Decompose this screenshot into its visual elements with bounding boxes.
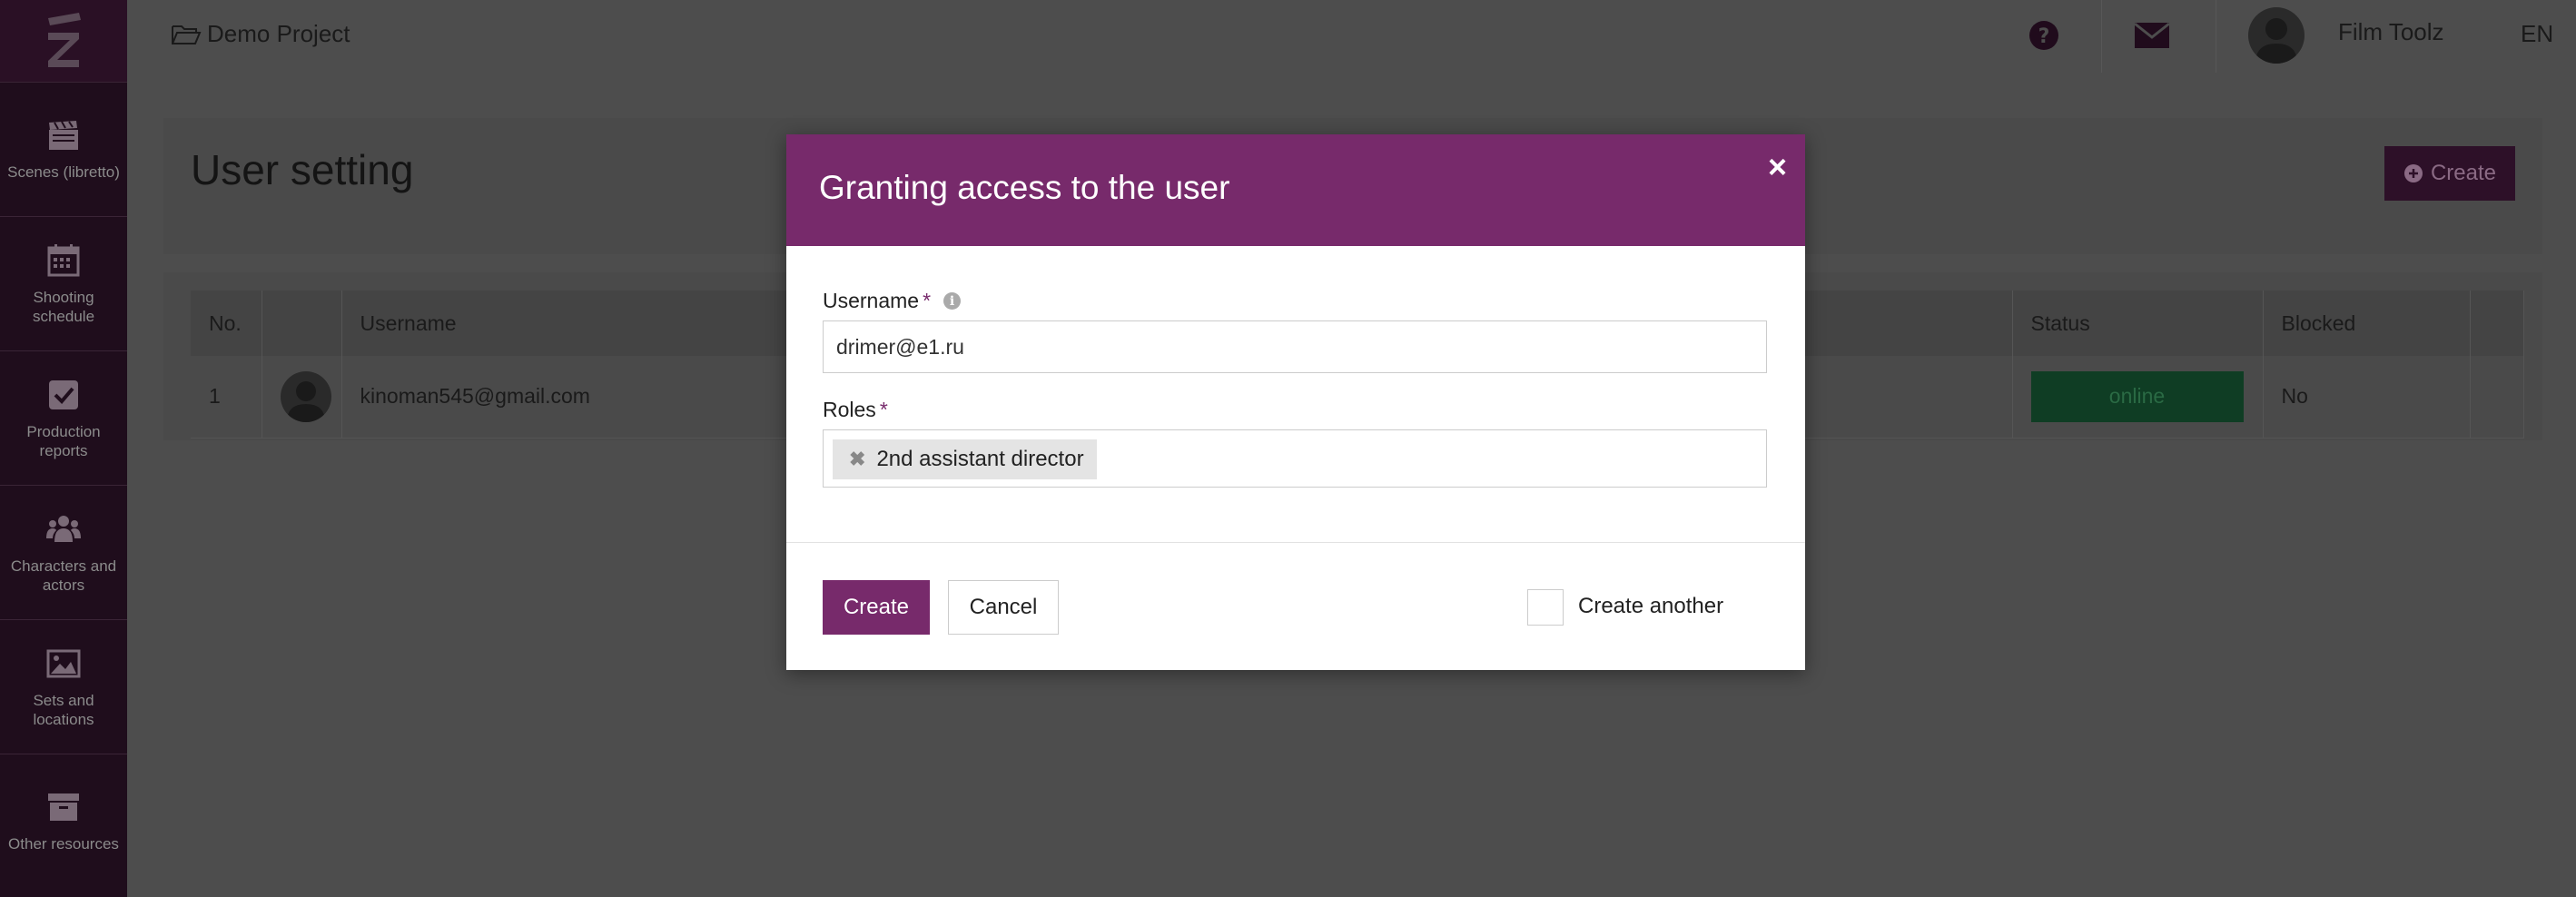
column-header-blocked[interactable]: Blocked (2263, 291, 2471, 356)
project-breadcrumb[interactable]: Demo Project (171, 20, 350, 48)
column-header-status[interactable]: Status (2012, 291, 2264, 356)
modal-header: Granting access to the user × (786, 134, 1805, 246)
create-user-button[interactable]: Create (2384, 146, 2515, 201)
column-header-no[interactable]: No. (191, 291, 262, 356)
row-avatar (280, 370, 331, 422)
messages-button[interactable] (2134, 22, 2170, 54)
cell-no: 1 (191, 356, 262, 439)
username-input[interactable] (823, 320, 1767, 373)
sidebar-item-label: Production reports (26, 422, 101, 459)
create-another-label[interactable]: Create another (1578, 594, 1723, 619)
folder-open-icon (172, 25, 202, 44)
logo-icon (48, 13, 81, 67)
cell-actions (2470, 356, 2524, 439)
language-switcher[interactable]: EN (2521, 20, 2553, 48)
username-label: Username * i (823, 289, 962, 313)
archive-icon (48, 794, 79, 821)
cell-avatar (262, 356, 342, 439)
column-header-actions (2470, 291, 2524, 356)
sidebar-item-label: Shooting schedule (32, 288, 95, 325)
cancel-button[interactable]: Cancel (948, 580, 1059, 635)
help-button[interactable]: ? (2028, 20, 2059, 55)
role-tag-label: 2nd assistant director (876, 447, 1084, 471)
checkbox-icon (49, 380, 78, 409)
question-circle-icon: ? (2029, 21, 2058, 50)
topbar: Demo Project ? Film Toolz EN (127, 0, 2576, 73)
status-badge: online (2030, 370, 2244, 422)
plus-circle-icon (2403, 164, 2423, 182)
sidebar: Scenes (libretto) Shooting schedule Prod… (0, 0, 127, 897)
roles-label: Roles * (823, 398, 888, 422)
project-name: Demo Project (207, 20, 350, 47)
modal-title: Granting access to the user (819, 169, 1230, 206)
page-title: User setting (191, 146, 414, 193)
roles-select[interactable]: ✖ 2nd assistant director (823, 429, 1767, 488)
modal-divider (786, 542, 1805, 543)
image-icon (46, 649, 81, 677)
topbar-divider (2101, 0, 2102, 73)
info-icon[interactable]: i (943, 292, 962, 310)
user-avatar[interactable] (2248, 7, 2305, 64)
remove-tag-icon[interactable]: ✖ (849, 448, 865, 471)
clapperboard-icon (49, 121, 78, 150)
envelope-icon (2134, 22, 2170, 48)
sidebar-item-other-resources[interactable]: Other resources (0, 754, 127, 888)
roles-label-text: Roles (823, 398, 876, 421)
calendar-icon (47, 243, 80, 276)
user-name[interactable]: Film Toolz (2338, 18, 2444, 46)
required-mark: * (923, 289, 932, 312)
sidebar-item-scenes[interactable]: Scenes (libretto) (0, 82, 127, 216)
sidebar-item-label: Characters and actors (10, 557, 117, 594)
cell-status: online (2012, 356, 2264, 439)
close-icon[interactable]: × (1768, 151, 1787, 183)
required-mark: * (879, 398, 888, 421)
sidebar-item-characters[interactable]: Characters and actors (0, 485, 127, 619)
cell-blocked: No (2263, 356, 2471, 439)
grant-access-modal: Granting access to the user × Username *… (786, 134, 1805, 670)
sidebar-item-label: Other resources (8, 835, 119, 853)
users-icon (46, 515, 81, 542)
sidebar-item-shooting-schedule[interactable]: Shooting schedule (0, 216, 127, 350)
username-label-text: Username (823, 289, 920, 312)
column-header-avatar (262, 291, 342, 356)
sidebar-item-production-reports[interactable]: Production reports (0, 350, 127, 485)
svg-text:?: ? (2038, 25, 2050, 48)
role-tag: ✖ 2nd assistant director (833, 439, 1097, 479)
user-silhouette-icon (286, 380, 325, 422)
create-button[interactable]: Create (823, 580, 930, 635)
sidebar-item-label: Scenes (libretto) (7, 163, 120, 181)
sidebar-item-sets-locations[interactable]: Sets and locations (0, 619, 127, 754)
sidebar-item-label: Sets and locations (33, 691, 94, 728)
create-another-checkbox[interactable] (1527, 589, 1564, 626)
user-silhouette-icon (2255, 18, 2297, 64)
create-user-label: Create (2430, 161, 2497, 185)
app-logo[interactable] (0, 0, 127, 82)
